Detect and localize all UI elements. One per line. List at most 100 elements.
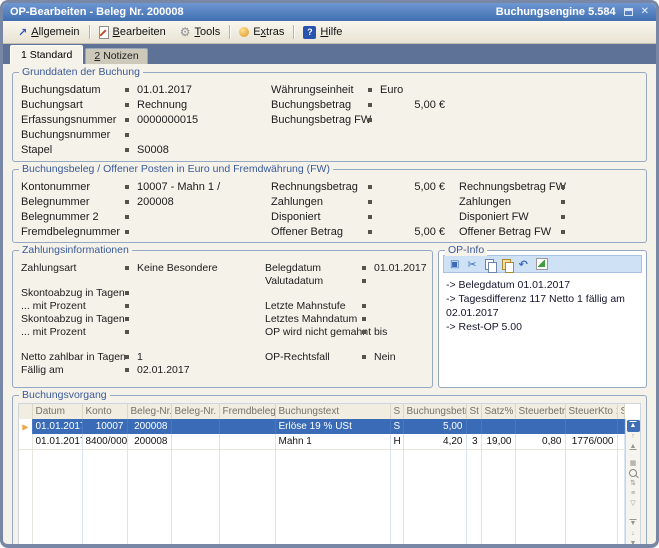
empty-cell bbox=[481, 510, 515, 525]
empty-cell bbox=[617, 495, 625, 510]
empty-cell bbox=[390, 480, 403, 495]
empty-cell bbox=[403, 525, 466, 540]
cell-satz bbox=[481, 419, 515, 434]
list-button[interactable]: ≡ bbox=[627, 489, 640, 499]
field-value: Euro bbox=[380, 84, 403, 96]
cell-steuerbetrag: 0,80 bbox=[515, 434, 565, 450]
column-header[interactable]: Konto bbox=[82, 404, 127, 419]
empty-cell bbox=[617, 480, 625, 495]
column-header[interactable]: Fremdbeleg-Nr. bbox=[219, 404, 275, 419]
filter-button[interactable]: ▽ bbox=[627, 499, 640, 509]
restore-icon[interactable] bbox=[624, 8, 633, 16]
undo-icon[interactable]: ↶ bbox=[519, 258, 528, 271]
section-buchungsvorgang: Buchungsvorgang Datum Konto Beleg-Nr. Be… bbox=[12, 395, 647, 548]
column-header[interactable]: SteuerKto 1 bbox=[565, 404, 617, 419]
edit-icon[interactable] bbox=[536, 258, 548, 270]
menu-allgemein[interactable]: ↗ Allgemein bbox=[11, 24, 87, 41]
field-row: Fällig am02.01.2017 bbox=[13, 364, 432, 377]
field-marker-icon bbox=[362, 355, 366, 359]
columns-button[interactable]: ▦ bbox=[627, 459, 640, 469]
empty-cell bbox=[390, 450, 403, 466]
empty-cell bbox=[19, 525, 32, 540]
field-label: OP wird nicht gemahnt bis bbox=[265, 326, 387, 338]
empty-cell bbox=[275, 465, 390, 480]
empty-cell bbox=[565, 540, 617, 548]
cell-st: 3 bbox=[466, 434, 481, 450]
move-down-button[interactable]: ↓ bbox=[627, 529, 640, 539]
empty-cell bbox=[127, 495, 171, 510]
title-bar[interactable]: OP-Bearbeiten - Beleg Nr. 200008 Buchung… bbox=[3, 3, 656, 21]
field-marker-icon bbox=[561, 185, 565, 189]
cell-beleg-nr: 200008 bbox=[127, 419, 171, 434]
op-info-line: -> Tagesdifferenz 117 Netto 1 fällig am … bbox=[446, 292, 639, 320]
tab-notizen[interactable]: 2 Notizen bbox=[85, 48, 147, 64]
empty-cell bbox=[32, 480, 82, 495]
cell-beleg-nr-2 bbox=[171, 419, 219, 434]
menu-hilfe[interactable]: ? Hilfe bbox=[296, 24, 349, 41]
cell-steuerkto bbox=[565, 419, 617, 434]
copy-icon[interactable] bbox=[485, 259, 494, 270]
field-label: OP-Rechtsfall bbox=[265, 351, 330, 363]
select-icon[interactable]: ▣ bbox=[450, 259, 459, 270]
empty-cell bbox=[171, 510, 219, 525]
scroll-down-button[interactable]: ▼ bbox=[627, 519, 640, 529]
column-header[interactable]: Steuerbetrag bbox=[515, 404, 565, 419]
column-right: WährungseinheitEuro Buchungsbetrag5,00 €… bbox=[13, 84, 646, 129]
field-value: S0008 bbox=[137, 144, 169, 156]
empty-cell bbox=[390, 525, 403, 540]
sort-button[interactable]: ⇅ bbox=[627, 479, 640, 489]
table-row-selected[interactable]: ► 01.01.2017 10007 200008 Erlöse 19 % US… bbox=[19, 419, 625, 434]
field-marker-icon bbox=[368, 118, 372, 122]
column-header[interactable]: S bbox=[390, 404, 403, 419]
scroll-up-button[interactable]: ▲ bbox=[627, 442, 640, 452]
tab-standard[interactable]: 1 Standard bbox=[10, 45, 83, 64]
column-header[interactable]: St bbox=[466, 404, 481, 419]
cell-s: S bbox=[390, 419, 403, 434]
empty-cell bbox=[82, 480, 127, 495]
section-grunddaten: Grunddaten der Buchung Buchungsdatum01.0… bbox=[12, 72, 647, 162]
column-header[interactable]: Beleg-Nr. bbox=[127, 404, 171, 419]
ne-arrow-icon: ↗ bbox=[18, 26, 27, 39]
cell-datum: 01.01.2017 bbox=[32, 419, 82, 434]
empty-cell bbox=[219, 540, 275, 548]
empty-cell bbox=[32, 510, 82, 525]
empty-cell bbox=[19, 495, 32, 510]
empty-cell bbox=[617, 510, 625, 525]
empty-cell bbox=[171, 450, 219, 466]
column-header[interactable]: Buchungstext bbox=[275, 404, 390, 419]
empty-cell bbox=[82, 450, 127, 466]
column-header[interactable]: Buchungsbetrag € bbox=[403, 404, 466, 419]
empty-cell bbox=[403, 465, 466, 480]
goto-first-button[interactable]: ▲ bbox=[627, 420, 640, 432]
column-header[interactable]: Satz% bbox=[481, 404, 515, 419]
empty-cell bbox=[466, 525, 481, 540]
empty-cell bbox=[481, 480, 515, 495]
table-row[interactable]: 01.01.2017 8400/000 200008 Mahn 1 H 4,20… bbox=[19, 434, 625, 450]
section-title: Zahlungsinformationen bbox=[19, 244, 132, 256]
goto-last-button[interactable]: ▼ bbox=[627, 539, 640, 548]
move-up-button[interactable]: ↑ bbox=[627, 432, 640, 442]
empty-cell bbox=[32, 525, 82, 540]
empty-cell bbox=[617, 540, 625, 548]
column-header[interactable]: Datum bbox=[32, 404, 82, 419]
empty-cell bbox=[171, 495, 219, 510]
empty-cell bbox=[19, 450, 32, 466]
close-icon[interactable]: ✕ bbox=[641, 7, 649, 17]
menu-extras[interactable]: Extras bbox=[232, 24, 291, 40]
paste-icon[interactable] bbox=[502, 259, 511, 270]
field-row: Letztes Mahndatum bbox=[13, 313, 432, 326]
column-header[interactable]: Beleg-Nr. 2 bbox=[171, 404, 219, 419]
menu-label: Allgemein bbox=[31, 26, 79, 38]
cut-icon[interactable]: ✂ bbox=[467, 258, 476, 271]
field-row: Zahlungen bbox=[13, 196, 646, 211]
empty-row bbox=[19, 510, 625, 525]
menu-tools[interactable]: ⚙ Tools bbox=[173, 23, 227, 41]
empty-cell bbox=[32, 540, 82, 548]
column-header[interactable]: Steue bbox=[617, 404, 625, 419]
field-row: OP wird nicht gemahnt bis bbox=[13, 326, 432, 339]
section-title: OP-Info bbox=[445, 244, 487, 256]
search-button[interactable] bbox=[627, 469, 640, 479]
empty-cell bbox=[515, 465, 565, 480]
menu-bearbeiten[interactable]: Bearbeiten bbox=[92, 24, 173, 41]
cell-steuerkto: 1776/000 bbox=[565, 434, 617, 450]
